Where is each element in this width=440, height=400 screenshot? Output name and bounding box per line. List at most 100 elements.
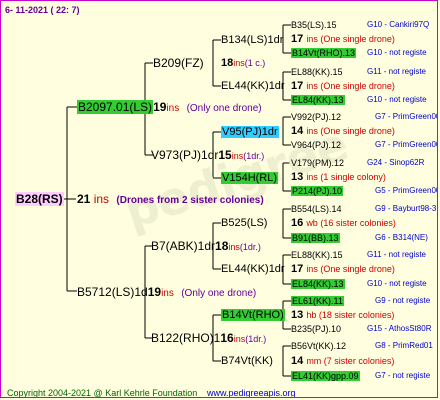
gen3-node-1: B134(LS)1dr <box>221 34 283 46</box>
leaf-note: G10 - Cankiri97Q <box>367 20 430 29</box>
gen2-count: 15 <box>218 148 232 162</box>
gen1-upper-count: 19 <box>153 100 167 114</box>
leaf-row: B554(LS).14 G9 - Bayburt98-3 <box>291 203 436 215</box>
leaf-label: B14Vt(RHO).13 <box>291 48 357 58</box>
leaf-note: G7 - PrimGreen00 <box>375 140 438 149</box>
leaf-note: G6 - B314(NE) <box>375 233 428 242</box>
leaf-row: B56Vt(KK).12 G8 - PrimRed01 <box>291 340 433 352</box>
root-info: 21 ins (Drones from 2 sister colonies) <box>77 193 264 207</box>
count: 14 <box>291 125 304 137</box>
gen3-label: B134(LS)1dr <box>221 34 284 46</box>
count: 13 <box>291 309 304 321</box>
gen1-upper-note: (Only one drone) <box>186 103 262 114</box>
leaf-row: EL88(KK).15 G11 - not registe <box>291 249 426 261</box>
ins: ins (One single drone) <box>306 34 395 44</box>
info-row: 14 mm (7 sister colonies) <box>291 355 394 367</box>
gen3-ins: ins <box>233 58 245 68</box>
ins: ins (One single drone) <box>306 126 395 136</box>
gen2-node-3: B7(ABK)1dr18ins(1dr.) <box>151 240 261 253</box>
leaf-note: G10 - not registe <box>367 48 427 57</box>
gen3-label: B14Vt(RHO) <box>221 309 285 321</box>
gen2-ins: ins <box>228 242 240 252</box>
info-row: 17 ins (One single drone) <box>291 80 395 92</box>
gen2-count: 16 <box>220 331 234 345</box>
leaf-note: G9 - Bayburt98-3 <box>375 204 437 213</box>
leaf-note: G7 - PrimGreen00 <box>375 112 438 121</box>
gen2-ins: ins <box>231 151 244 161</box>
gen2-node-4: B122(RHO)116ins(1dr.) <box>151 332 266 345</box>
leaf-row: B35(LS).15 G10 - Cankiri97Q <box>291 19 429 31</box>
gen1-upper-ins: ins <box>166 103 180 114</box>
leaf-label: B56Vt(KK).12 <box>291 341 347 351</box>
gen3-node-5: B525(LS) <box>221 217 267 229</box>
count: 17 <box>291 263 304 275</box>
count: 13 <box>291 171 304 183</box>
leaf-label: V964(PJ).12 <box>291 140 342 150</box>
info-row: 14 ins (One single drone) <box>291 125 395 137</box>
ins: hb (18 sister colonies) <box>306 310 395 320</box>
leaf-row: EL41(KK)gpp.09 G7 - not registe <box>291 370 430 382</box>
gen3-label: V95(PJ)1dr <box>221 126 279 138</box>
leaf-row: EL84(KK).13 G10 - not registe <box>291 94 427 106</box>
root-count: 21 <box>77 192 91 206</box>
ins: mm (7 sister colonies) <box>306 356 395 366</box>
gen1-upper: B2097.01(LS)19ins (Only one drone) <box>77 100 262 115</box>
leaf-label: B554(LS).14 <box>291 204 342 214</box>
gen3-node-7: B14Vt(RHO) <box>221 309 285 321</box>
root-label: B28(RS) <box>15 192 64 206</box>
ins: ins (One single drone) <box>306 264 395 274</box>
gen3-label: B525(LS) <box>221 217 268 229</box>
gen2-label: V973(PJ)1dr <box>151 148 219 162</box>
leaf-note: G5 - PrimGreen00 <box>375 186 438 195</box>
leaf-row: B235(PJ).10 G15 - AthosSt80R <box>291 323 431 335</box>
leaf-note: G11 - not registe <box>367 67 426 76</box>
leaf-label: B35(LS).15 <box>291 20 337 30</box>
leaf-row: EL88(KK).15 G11 - not registe <box>291 66 426 78</box>
leaf-label: EL61(KK).11 <box>291 296 344 306</box>
gen1-lower-note: (Only one drone) <box>181 288 257 299</box>
count: 16 <box>291 217 304 229</box>
info-row: 13 hb (18 sister colonies) <box>291 309 394 321</box>
gen3-node-1-info: 18ins(1 c.) <box>221 57 265 69</box>
leaf-label: EL41(KK)gpp.09 <box>291 371 360 381</box>
gen3-label: B74Vt(KK) <box>221 355 273 367</box>
gen2-label: B209(FZ) <box>153 56 204 70</box>
pedigree-frame: pedigree 6- 11-2021 ( 22: 7) B28(RS) 21 … <box>0 0 438 398</box>
leaf-label: B235(PJ).10 <box>291 324 342 334</box>
leaf-row: V179(PM).12 G24 - Sinop62R <box>291 157 424 169</box>
leaf-note: G10 - not registe <box>367 95 427 104</box>
gen3-count: 18 <box>221 57 234 69</box>
count: 17 <box>291 80 304 92</box>
leaf-row: EL84(KK).13 G10 - not registe <box>291 278 427 290</box>
gen3-node-8: B74Vt(KK) <box>221 355 273 367</box>
leaf-row: P214(PJ).10 G5 - PrimGreen00 <box>291 185 437 197</box>
gen2-label: B122(RHO)1 <box>151 331 221 345</box>
leaf-row: V964(PJ).12 G7 - PrimGreen00 <box>291 139 437 151</box>
leaf-note: G9 - not registe <box>375 296 431 305</box>
leaf-label: EL88(KK).15 <box>291 67 343 77</box>
gen3-label: EL44(KK)1dr <box>221 80 285 92</box>
gen3-node-6: EL44(KK)1dr <box>221 263 285 275</box>
root-ins: ins <box>93 192 110 206</box>
gen2-note: (1dr.) <box>243 151 265 161</box>
gen1-lower-ins: ins <box>161 288 174 299</box>
gen2-note: (1dr.) <box>239 242 261 252</box>
leaf-label: B91(BB).13 <box>291 233 340 243</box>
gen3-node-2: EL44(KK)1dr <box>221 80 285 92</box>
leaf-label: EL88(KK).15 <box>291 250 343 260</box>
leaf-label: V179(PM).12 <box>291 158 345 168</box>
leaf-note: G8 - PrimRed01 <box>375 341 433 350</box>
leaf-note: G24 - Sinop62R <box>367 158 425 167</box>
footer-link[interactable]: www.pedigreeapis.org <box>207 387 296 397</box>
gen3-node-3: V95(PJ)1dr <box>221 126 279 138</box>
gen3-note: (1 c.) <box>244 58 266 68</box>
root-node: B28(RS) <box>15 192 64 206</box>
leaf-note: G11 - not registe <box>367 250 426 259</box>
gen2-ins: ins <box>233 334 246 344</box>
ins: ins (One single drone) <box>306 81 395 91</box>
gen1-upper-label: B2097.01(LS) <box>77 100 154 114</box>
info-row: 16 wb (16 sister colonies) <box>291 217 396 229</box>
gen2-label: B7(ABK)1dr <box>151 239 216 253</box>
leaf-note: G15 - AthosSt80R <box>367 324 432 333</box>
leaf-row: B14Vt(RHO).13 G10 - not registe <box>291 47 427 59</box>
